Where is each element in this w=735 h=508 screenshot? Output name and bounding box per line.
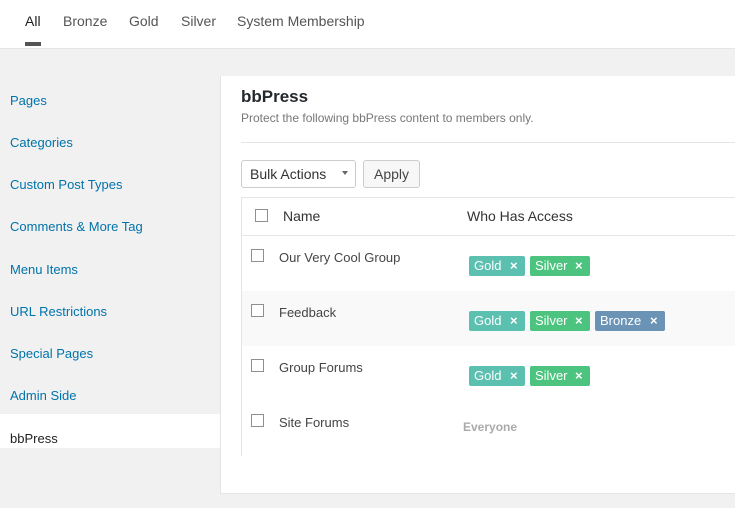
access-tag-gold: Gold × [469,256,525,276]
row-checkbox[interactable] [251,414,264,427]
close-icon[interactable]: × [575,258,583,273]
close-icon[interactable]: × [510,258,518,273]
bulk-actions-select[interactable]: Bulk Actions [241,160,356,188]
row-name[interactable]: Feedback [279,305,336,320]
tab-system-membership[interactable]: System Membership [237,13,365,29]
tag-label: Silver [535,313,568,328]
row-checkbox[interactable] [251,304,264,317]
tab-bronze[interactable]: Bronze [63,13,107,29]
divider [241,142,735,143]
access-tag-silver: Silver × [530,366,590,386]
access-tag-silver: Silver × [530,256,590,276]
table-row: Site Forums Everyone [242,401,735,456]
tag-label: Gold [474,368,502,383]
bbpress-panel: bbPress Protect the following bbPress co… [220,76,735,494]
table-row: Group Forums Gold × Silver × [242,346,735,401]
panel-title: bbPress [241,87,309,106]
access-everyone-text: Everyone [463,420,518,434]
sidebar-item-comments-more-tag[interactable]: Comments & More Tag [0,202,220,236]
sidebar-item-custom-post-types[interactable]: Custom Post Types [0,160,220,194]
row-checkbox[interactable] [251,249,264,262]
close-icon[interactable]: × [575,368,583,383]
apply-button[interactable]: Apply [363,160,420,188]
close-icon[interactable]: × [510,313,518,328]
table-row: Our Very Cool Group Gold × Silver × [242,236,735,291]
row-checkbox[interactable] [251,359,264,372]
sidebar-item-bbpress[interactable]: bbPress [0,414,220,448]
chevron-down-icon [342,171,348,175]
sidebar-item-menu-items[interactable]: Menu Items [0,245,220,279]
sidebar-item-pages[interactable]: Pages [0,76,220,110]
protected-content-table: Name Who Has Access Our Very Cool Group … [241,197,735,456]
tab-all[interactable]: All [25,13,41,46]
sidebar-item-categories[interactable]: Categories [0,118,220,152]
close-icon[interactable]: × [650,313,658,328]
access-tag-silver: Silver × [530,311,590,331]
close-icon[interactable]: × [575,313,583,328]
row-name[interactable]: Our Very Cool Group [279,250,400,265]
tag-label: Silver [535,258,568,273]
sidebar-item-special-pages[interactable]: Special Pages [0,329,220,363]
access-tag-bronze: Bronze × [595,311,665,331]
active-tab-indicator [25,42,41,46]
select-all-checkbox[interactable] [255,209,268,222]
sidebar-item-admin-side[interactable]: Admin Side [0,371,220,405]
tag-label: Silver [535,368,568,383]
bulk-actions-label: Bulk Actions [250,166,327,182]
tag-label: Gold [474,313,502,328]
tab-silver[interactable]: Silver [181,13,216,29]
row-name[interactable]: Group Forums [279,360,363,375]
tag-label: Bronze [600,313,642,328]
close-icon[interactable]: × [510,368,518,383]
table-row: Feedback Gold × Silver × Bronze × [242,291,735,346]
panel-description: Protect the following bbPress content to… [241,111,534,125]
sidebar-item-url-restrictions[interactable]: URL Restrictions [0,287,220,321]
membership-tabs: All Bronze Gold Silver System Membership [0,0,735,49]
tag-label: Gold [474,258,502,273]
access-tag-gold: Gold × [469,311,525,331]
table-header: Name Who Has Access [242,198,735,236]
access-tag-gold: Gold × [469,366,525,386]
row-name[interactable]: Site Forums [279,415,349,430]
column-header-name[interactable]: Name [283,208,320,224]
column-header-access: Who Has Access [467,208,573,224]
tab-all-label: All [25,13,41,29]
tab-gold[interactable]: Gold [129,13,159,29]
